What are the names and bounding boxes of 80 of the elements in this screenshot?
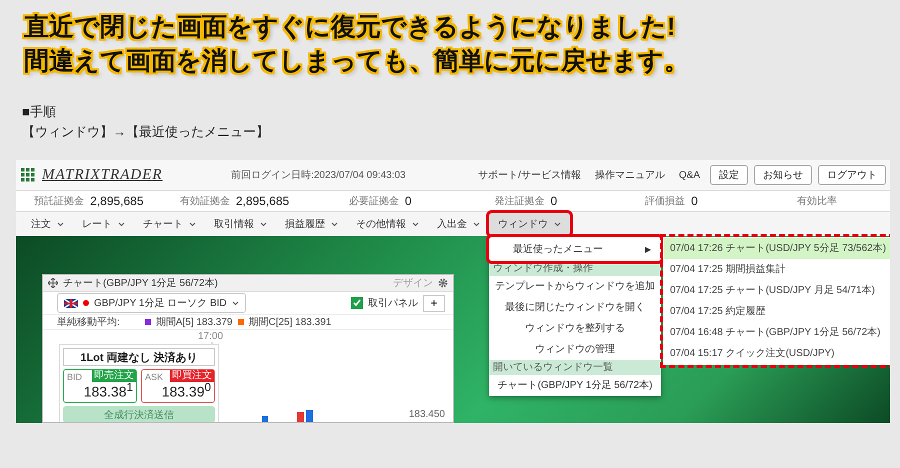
menu-item[interactable]: 07/04 17:25 約定履歴 bbox=[664, 301, 890, 322]
flag-icon bbox=[64, 298, 78, 308]
bid-label: BID bbox=[67, 372, 82, 382]
headline-text: 間違えて画面を消してしまっても、簡単に元に戻せます。 bbox=[24, 46, 689, 77]
settings-icon[interactable] bbox=[438, 278, 448, 288]
menu-item[interactable]: テンプレートからウィンドウを追加 bbox=[489, 276, 661, 297]
chevron-icon bbox=[412, 222, 419, 226]
bid-button[interactable]: BID 即売注文 183.38$^{1}$ bbox=[63, 369, 137, 403]
steps-title: ■手順 bbox=[22, 103, 56, 121]
submenu-arrow: ▶ bbox=[645, 244, 651, 254]
sell-order-tag: 即売注文 bbox=[92, 370, 136, 382]
menu-section-header: 開いているウィンドウ一覧 bbox=[489, 360, 661, 375]
symbol-label: GBP/JPY 1分足 ローソク BID bbox=[94, 297, 227, 310]
indicator-value: 期間C[25] 183.391 bbox=[248, 316, 332, 329]
menu-item[interactable]: ウィンドウの管理 bbox=[489, 339, 661, 360]
balance-label: 預託証拠金 bbox=[34, 194, 84, 208]
time-label: 17:00 bbox=[198, 331, 224, 342]
menu-tab[interactable]: 取引情報 bbox=[205, 213, 276, 235]
steps-path: 【ウィンドウ】→【最近使ったメニュー】 bbox=[22, 123, 269, 141]
ask-button[interactable]: ASK 即買注文 183.39$^{0}$ bbox=[141, 369, 215, 403]
balance-label: 評価損益 bbox=[645, 194, 686, 208]
indicator-value: 期間A[5] 183.379 bbox=[156, 316, 232, 329]
menu-tab[interactable]: 注文 bbox=[22, 213, 73, 235]
menu-item-label: 最近使ったメニュー bbox=[513, 242, 603, 256]
header-link[interactable]: サポート/サービス情報 bbox=[478, 168, 581, 182]
lot-dropdown[interactable]: 1Lot 両建なし 決済あり bbox=[63, 348, 215, 366]
chevron-icon bbox=[118, 222, 125, 226]
balance-value: 0 bbox=[550, 194, 558, 208]
chevron-icon bbox=[331, 222, 338, 226]
header-button[interactable]: 設定 bbox=[710, 165, 748, 185]
last-login-text: 前回ログイン日時:2023/07/04 09:43:03 bbox=[231, 168, 406, 182]
menu-item[interactable]: 07/04 16:48 チャート(GBP/JPY 1分足 56/72本) bbox=[664, 322, 890, 343]
bid-price: 183.38$^{1}$ bbox=[84, 381, 133, 400]
ask-label: ASK bbox=[145, 372, 164, 382]
menu-tab[interactable]: その他情報 bbox=[347, 213, 428, 235]
menu-item[interactable]: ウィンドウを整列する bbox=[489, 318, 661, 339]
balance-label: 必要証拠金 bbox=[348, 194, 399, 208]
balance-value: 2,895,685 bbox=[236, 194, 290, 208]
chevron-icon bbox=[189, 222, 196, 226]
menu-tab[interactable]: 入出金 bbox=[428, 213, 489, 235]
dot-icon bbox=[83, 300, 89, 306]
chevron-icon bbox=[260, 222, 267, 226]
chevron-icon bbox=[57, 222, 64, 226]
menu-tab[interactable]: 損益履歴 bbox=[276, 213, 347, 235]
chevron-icon bbox=[554, 222, 561, 226]
logo-icon bbox=[20, 167, 36, 183]
header-button[interactable]: ログアウト bbox=[818, 165, 886, 185]
add-button[interactable]: + bbox=[423, 294, 445, 312]
indicator-label: 単純移動平均: bbox=[57, 316, 120, 329]
window-title: チャート(GBP/JPY 1分足 56/72本) bbox=[63, 276, 218, 290]
menu-tab[interactable]: レート bbox=[73, 213, 134, 235]
chevron-icon bbox=[473, 222, 480, 226]
balance-value: 0 bbox=[404, 194, 412, 208]
balance-label: 有効証拠金 bbox=[180, 194, 230, 208]
menu-tab[interactable]: チャート bbox=[134, 213, 205, 235]
header-button[interactable]: お知らせ bbox=[754, 165, 812, 185]
menu-item[interactable]: 最近使ったメニュー ▶ bbox=[489, 237, 661, 261]
header-link[interactable]: Q&A bbox=[678, 170, 700, 180]
menu-item[interactable]: 07/04 15:17 クイック注文(USD/JPY) bbox=[664, 343, 890, 364]
checkbox-label: 取引パネル bbox=[368, 297, 418, 310]
balance-value: 2,895,685 bbox=[90, 194, 144, 208]
menu-item[interactable]: 07/04 17:26 チャート(USD/JPY 5分足 73/562本) bbox=[664, 238, 890, 259]
price-label: 183.450 bbox=[408, 409, 445, 420]
menu-tab[interactable]: ウィンドウ bbox=[489, 213, 570, 235]
move-icon bbox=[48, 278, 58, 288]
menu-item[interactable]: チャート(GBP/JPY 1分足 56/72本) bbox=[489, 375, 661, 396]
balance-label: 有効比率 bbox=[797, 194, 838, 208]
buy-order-tag: 即買注文 bbox=[170, 370, 214, 382]
chevron-icon bbox=[232, 300, 239, 306]
symbol-dropdown[interactable]: GBP/JPY 1分足 ローソク BID bbox=[57, 293, 246, 314]
balance-value: 0 bbox=[691, 194, 698, 208]
checkbox[interactable] bbox=[351, 297, 363, 310]
menu-item[interactable]: 07/04 17:25 期間損益集計 bbox=[664, 259, 890, 280]
menu-item[interactable]: 07/04 17:25 チャート(USD/JPY 月足 54/71本) bbox=[664, 280, 890, 301]
logo-text: MATRIXTRADER bbox=[42, 166, 163, 184]
menu-item[interactable]: 最後に閉じたウィンドウを開く bbox=[489, 297, 661, 318]
header-link[interactable]: 操作マニュアル bbox=[594, 168, 665, 182]
balance-label: 発注証拠金 bbox=[494, 194, 544, 208]
ask-price: 183.39$^{0}$ bbox=[162, 381, 211, 400]
headline-text: 直近で閉じた画面をすぐに復元できるようになりました! bbox=[24, 12, 676, 43]
